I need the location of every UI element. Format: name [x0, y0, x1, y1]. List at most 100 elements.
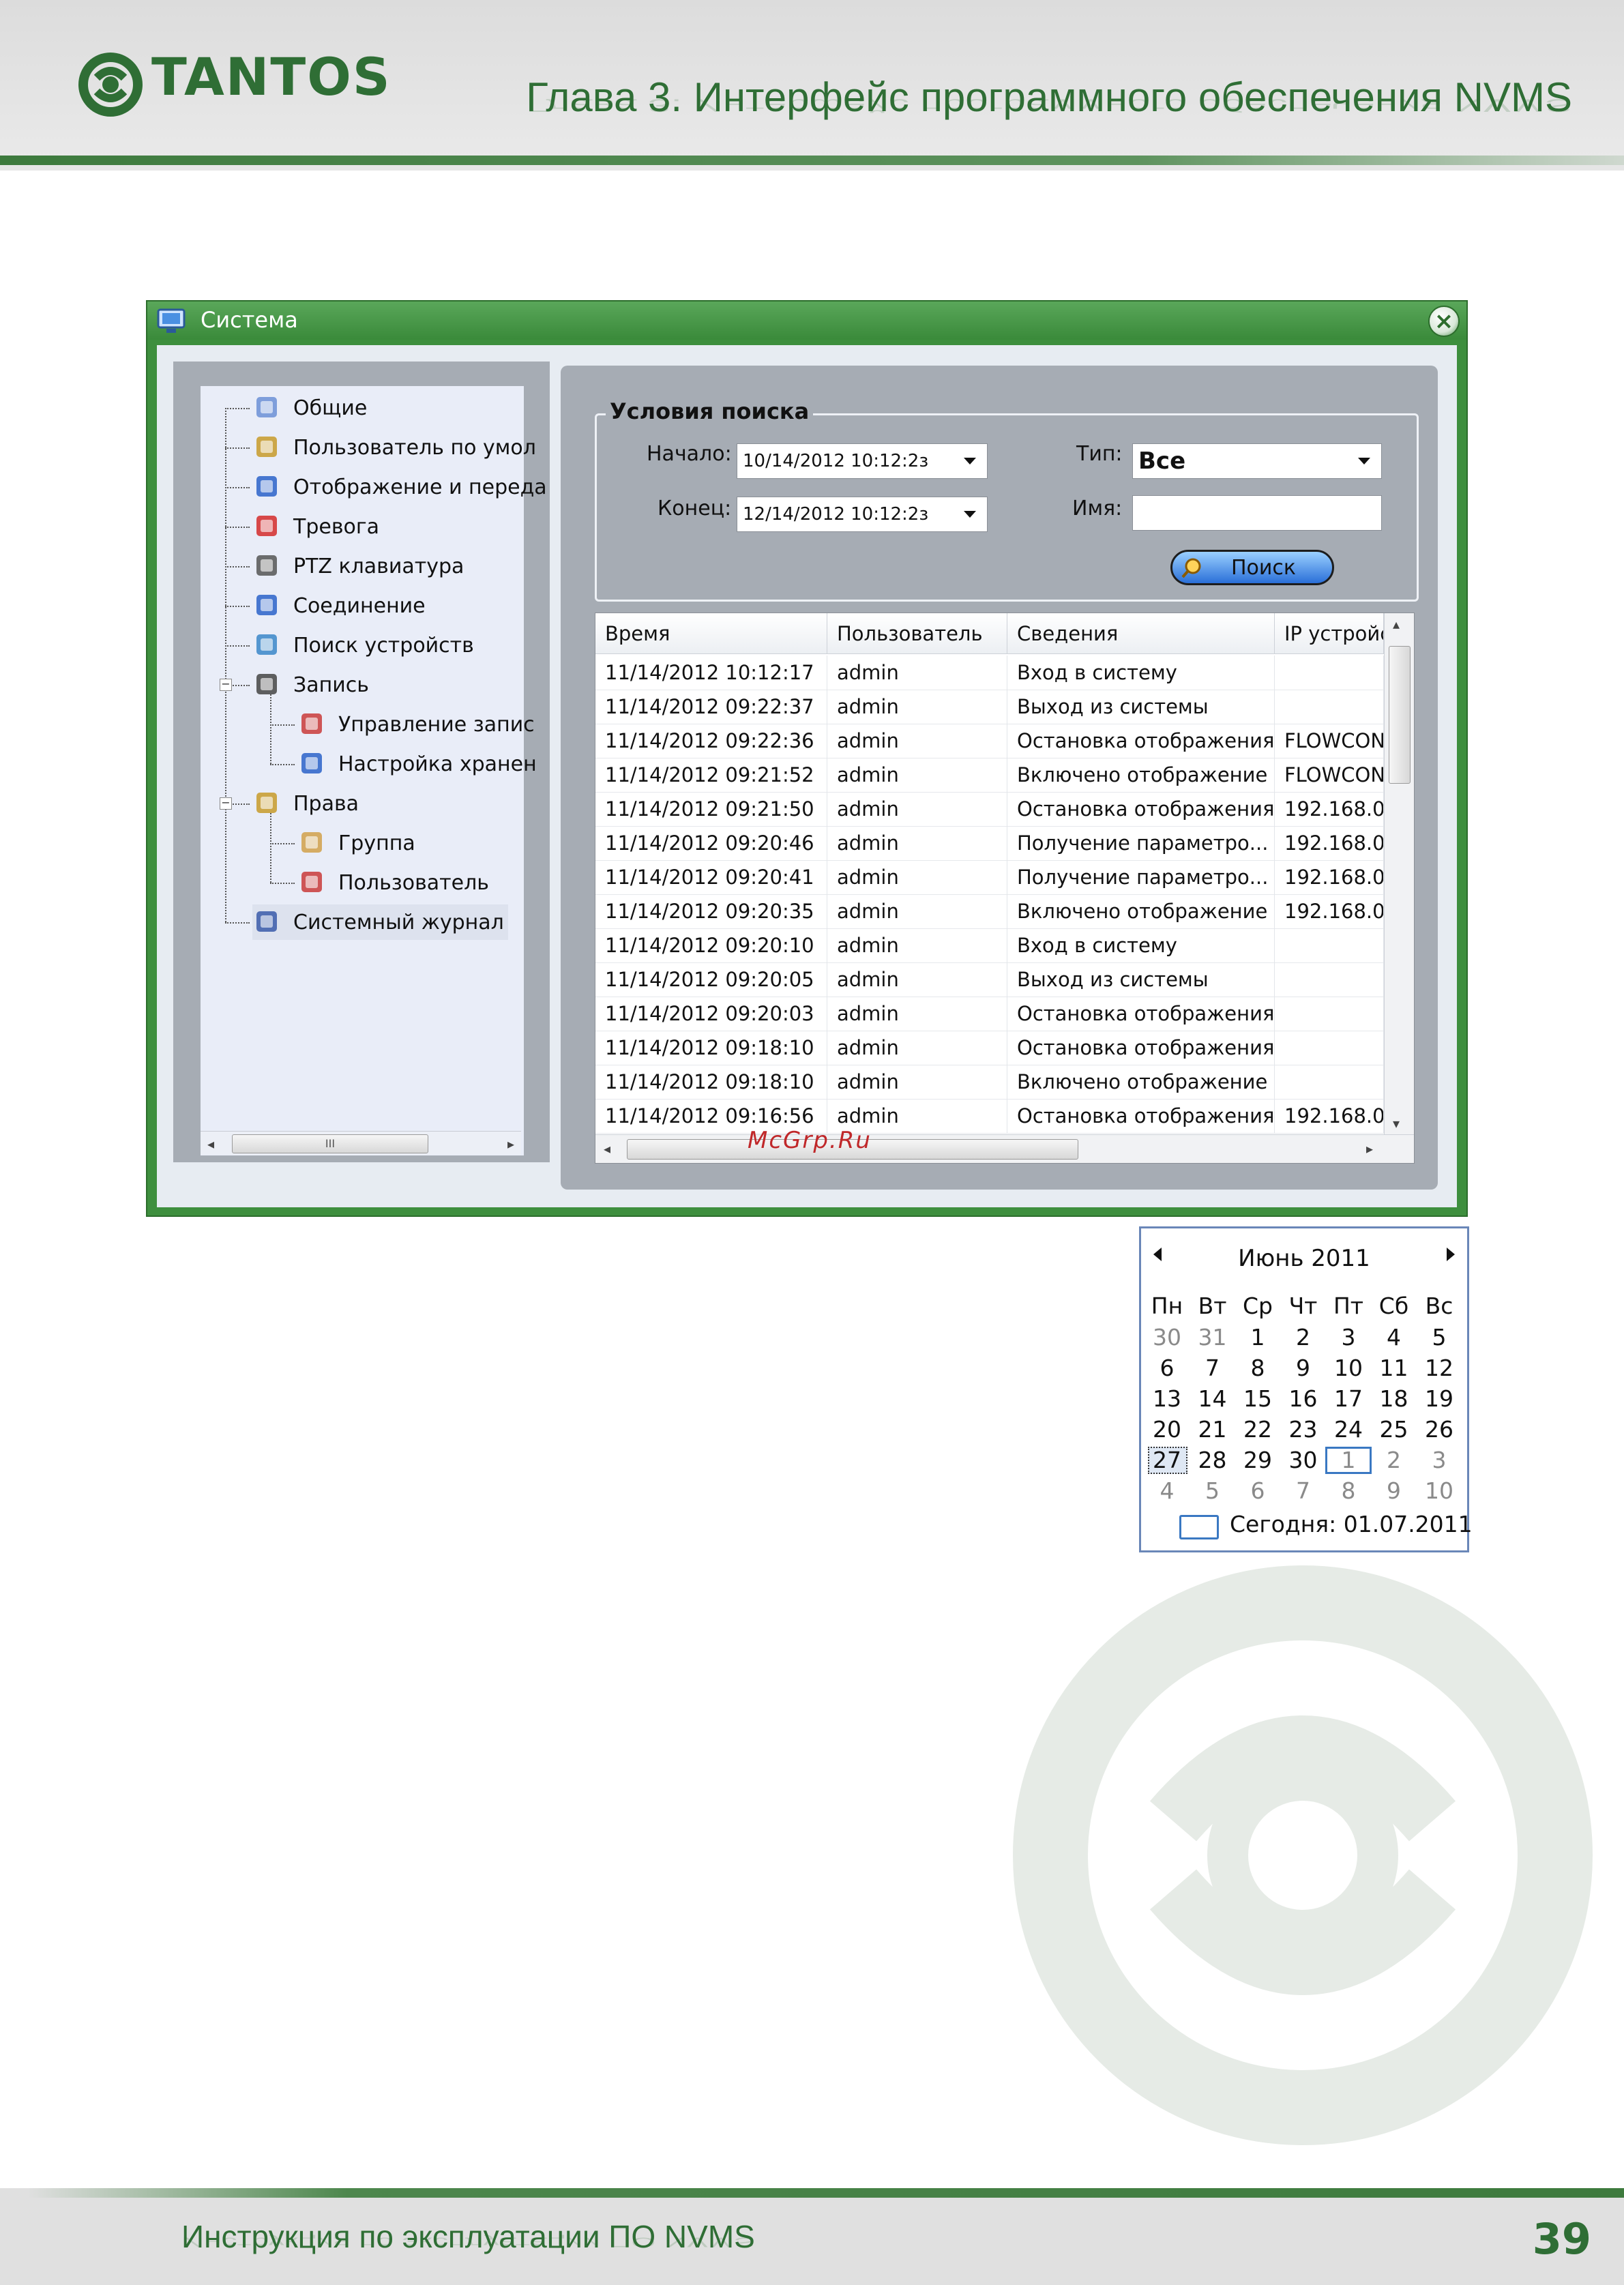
calendar-day[interactable]: 10 — [1417, 1476, 1461, 1506]
column-header[interactable]: IP устройс — [1275, 613, 1384, 654]
calendar-day[interactable]: 13 — [1145, 1384, 1189, 1414]
table-row[interactable]: 11/14/2012 09:16:56 admin Остановка отобра… — [595, 1099, 1384, 1134]
column-header[interactable]: Пользователь — [827, 613, 1007, 654]
chevron-down-icon[interactable] — [964, 511, 976, 518]
calendar-day[interactable]: 3 — [1417, 1445, 1461, 1475]
calendar-day[interactable]: 6 — [1236, 1476, 1280, 1506]
calendar-month-title[interactable]: Июнь 2011 — [1141, 1245, 1467, 1272]
calendar-day[interactable]: 4 — [1145, 1476, 1189, 1506]
table-row[interactable]: 11/14/2012 09:20:46 admin Получение параме… — [595, 826, 1384, 861]
tree-item-system-log[interactable]: Системный журнал — [252, 904, 508, 940]
calendar-day[interactable]: 3 — [1327, 1323, 1370, 1353]
type-select[interactable]: Все — [1132, 443, 1382, 479]
table-row[interactable]: 11/14/2012 09:20:35 admin Включено отображ… — [595, 894, 1384, 929]
start-datetime-picker[interactable]: 10/14/2012 10:12:2з — [737, 443, 988, 479]
calendar-day[interactable]: 14 — [1191, 1384, 1235, 1414]
tree-item-group[interactable]: Группа — [297, 825, 415, 861]
table-row[interactable]: 11/14/2012 09:22:36 admin Остановка отобра… — [595, 724, 1384, 758]
calendar-day[interactable]: 8 — [1236, 1353, 1280, 1383]
calendar-day[interactable]: 24 — [1327, 1415, 1370, 1445]
calendar-day[interactable]: 26 — [1417, 1415, 1461, 1445]
window-titlebar[interactable]: Система × — [147, 301, 1466, 340]
calendar-day[interactable]: 1 — [1327, 1445, 1370, 1475]
calendar-day[interactable]: 31 — [1191, 1323, 1235, 1353]
search-button[interactable]: Поиск — [1170, 550, 1334, 585]
calendar-day[interactable]: 9 — [1282, 1353, 1325, 1383]
calendar-day[interactable]: 11 — [1372, 1353, 1416, 1383]
calendar-day[interactable]: 29 — [1236, 1445, 1280, 1475]
tree-item-alarm[interactable]: Тревога — [252, 509, 379, 544]
calendar-day[interactable]: 9 — [1372, 1476, 1416, 1506]
calendar-day[interactable]: 25 — [1372, 1415, 1416, 1445]
calendar-day[interactable]: 15 — [1236, 1384, 1280, 1414]
collapse-toggle-icon[interactable]: − — [220, 679, 232, 691]
calendar-day[interactable]: 30 — [1145, 1323, 1189, 1353]
calendar-day[interactable]: 17 — [1327, 1384, 1370, 1414]
tree-item-ptz-keyboard[interactable]: PTZ клавиатура — [252, 548, 464, 584]
tree-item-rights[interactable]: Права — [252, 786, 359, 821]
tree-item-storage-settings[interactable]: Настройка хранен — [297, 746, 537, 782]
calendar-day[interactable]: 16 — [1282, 1384, 1325, 1414]
table-row[interactable]: 11/14/2012 09:20:05 admin Выход из системы — [595, 962, 1384, 997]
tree-item-user[interactable]: Пользователь — [297, 865, 489, 900]
calendar-day[interactable]: 7 — [1282, 1476, 1325, 1506]
collapse-toggle-icon[interactable]: − — [220, 797, 232, 810]
tree-item-general[interactable]: Общие — [252, 390, 367, 426]
tree-item-user-default[interactable]: Пользователь по умол — [252, 430, 536, 465]
tree-item-connection[interactable]: Соединение — [252, 588, 426, 623]
table-row[interactable]: 11/14/2012 09:20:41 admin Получение параме… — [595, 860, 1384, 895]
calendar-day[interactable]: 7 — [1191, 1353, 1235, 1383]
table-horizontal-scrollbar[interactable]: ◂ ▸ — [595, 1134, 1414, 1163]
tree-scroll-thumb[interactable]: III — [232, 1134, 428, 1153]
end-datetime-picker[interactable]: 12/14/2012 10:12:2з — [737, 497, 988, 532]
tree-item-display[interactable]: Отображение и переда — [252, 469, 547, 505]
calendar-day[interactable]: 22 — [1236, 1415, 1280, 1445]
scroll-down-icon[interactable]: ▾ — [1393, 1115, 1400, 1132]
calendar-day[interactable]: 5 — [1191, 1476, 1235, 1506]
table-vertical-scrollbar[interactable]: ▴ ▾ — [1384, 613, 1414, 1134]
calendar-day[interactable]: 4 — [1372, 1323, 1416, 1353]
chevron-down-icon[interactable] — [1358, 458, 1370, 465]
next-month-icon[interactable] — [1447, 1248, 1455, 1261]
table-row[interactable]: 11/14/2012 09:18:10 admin Остановка отобра… — [595, 1031, 1384, 1065]
calendar-day[interactable]: 18 — [1372, 1384, 1416, 1414]
close-button[interactable]: × — [1428, 306, 1460, 337]
table-row[interactable]: 11/14/2012 09:22:37 admin Выход из системы — [595, 690, 1384, 724]
scroll-left-icon[interactable]: ◂ — [207, 1136, 214, 1152]
chevron-down-icon[interactable] — [964, 458, 976, 465]
calendar-day[interactable]: 27 — [1145, 1445, 1189, 1475]
calendar-day[interactable]: 21 — [1191, 1415, 1235, 1445]
calendar-day[interactable]: 10 — [1327, 1353, 1370, 1383]
today-link[interactable]: Сегодня: 01.07.2011 — [1230, 1511, 1473, 1537]
table-row[interactable]: 11/14/2012 09:20:10 admin Вход в систему — [595, 928, 1384, 963]
table-row[interactable]: 11/14/2012 09:21:52 admin Включено отображ… — [595, 758, 1384, 793]
scroll-right-icon[interactable]: ▸ — [507, 1136, 514, 1152]
calendar-day[interactable]: 28 — [1191, 1445, 1235, 1475]
table-cell: admin — [827, 758, 1007, 792]
name-input[interactable] — [1132, 495, 1382, 531]
table-row[interactable]: 11/14/2012 09:18:10 admin Включено отображ… — [595, 1065, 1384, 1100]
calendar-day[interactable]: 6 — [1145, 1353, 1189, 1383]
calendar-day[interactable]: 1 — [1236, 1323, 1280, 1353]
calendar-day[interactable]: 2 — [1372, 1445, 1416, 1475]
calendar-day[interactable]: 8 — [1327, 1476, 1370, 1506]
calendar-day[interactable]: 5 — [1417, 1323, 1461, 1353]
column-header[interactable]: Сведения — [1007, 613, 1275, 654]
calendar-day[interactable]: 23 — [1282, 1415, 1325, 1445]
tree-item-device-search[interactable]: Поиск устройств — [252, 628, 474, 663]
scroll-right-icon[interactable]: ▸ — [1366, 1140, 1373, 1157]
table-row[interactable]: 11/14/2012 09:21:50 admin Остановка отобра… — [595, 792, 1384, 827]
tree-item-record-control[interactable]: Управление запис — [297, 707, 535, 742]
scroll-left-icon[interactable]: ◂ — [604, 1140, 610, 1157]
table-row[interactable]: 11/14/2012 09:20:03 admin Остановка отобра… — [595, 997, 1384, 1031]
calendar-day[interactable]: 12 — [1417, 1353, 1461, 1383]
column-header[interactable]: Время — [595, 613, 827, 654]
scroll-up-icon[interactable]: ▴ — [1393, 616, 1400, 632]
table-row[interactable]: 11/14/2012 10:12:17 admin Вход в систему — [595, 655, 1384, 690]
calendar-day[interactable]: 2 — [1282, 1323, 1325, 1353]
table-vscroll-thumb[interactable] — [1389, 646, 1411, 784]
calendar-day[interactable]: 30 — [1282, 1445, 1325, 1475]
calendar-day[interactable]: 19 — [1417, 1384, 1461, 1414]
calendar-day[interactable]: 20 — [1145, 1415, 1189, 1445]
tree-horizontal-scrollbar[interactable]: ◂ III ▸ — [201, 1131, 521, 1155]
